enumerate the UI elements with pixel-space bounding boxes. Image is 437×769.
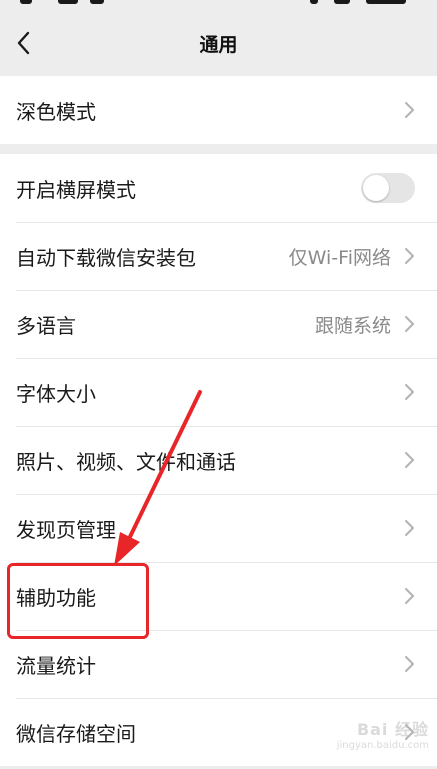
chevron-right-icon (405, 384, 414, 400)
chevron-right-icon (405, 316, 414, 332)
settings-item-label: 开启横屏模式 (16, 177, 136, 202)
settings-item-label: 自动下载微信安装包 (16, 245, 196, 270)
chevron-right-icon (405, 102, 414, 118)
settings-item-label: 微信存储空间 (16, 721, 136, 746)
page-title: 通用 (199, 34, 238, 56)
settings-item-accessibility[interactable]: 辅助功能 (0, 562, 437, 630)
status-wifi-icon (58, 0, 78, 4)
chevron-right-icon (405, 588, 414, 604)
status-battery-icon (334, 0, 350, 4)
settings-item-data-usage[interactable]: 流量统计 (0, 630, 437, 698)
settings-item-language[interactable]: 多语言 跟随系统 (0, 290, 437, 358)
settings-item-label: 字体大小 (16, 381, 96, 406)
landscape-mode-toggle[interactable] (361, 173, 415, 203)
settings-item-label: 照片、视频、文件和通话 (16, 449, 236, 474)
settings-item-dark-mode[interactable]: 深色模式 (0, 76, 437, 144)
settings-item-label: 辅助功能 (16, 585, 96, 610)
chevron-right-icon (405, 452, 414, 468)
status-time (366, 0, 406, 4)
settings-item-discover-management[interactable]: 发现页管理 (0, 494, 437, 562)
settings-item-label: 发现页管理 (16, 517, 116, 542)
chevron-right-icon (405, 724, 414, 740)
settings-group-display: 深色模式 (0, 76, 437, 144)
toggle-knob (363, 175, 389, 201)
settings-item-media[interactable]: 照片、视频、文件和通话 (0, 426, 437, 494)
settings-item-label: 多语言 (16, 313, 76, 338)
chevron-right-icon (405, 520, 414, 536)
nav-bar: 通用 (0, 10, 437, 76)
status-alarm-icon (310, 0, 318, 4)
settings-item-value: 仅Wi-Fi网络 (288, 246, 391, 269)
settings-item-auto-download[interactable]: 自动下载微信安装包 仅Wi-Fi网络 (0, 222, 437, 290)
settings-item-storage[interactable]: 微信存储空间 (0, 698, 437, 766)
chevron-right-icon (405, 248, 414, 264)
status-signal-icon (20, 0, 32, 4)
settings-group-general: 开启横屏模式 自动下载微信安装包 仅Wi-Fi网络 多语言 跟随系统 字体大小 … (0, 154, 437, 766)
settings-item-font-size[interactable]: 字体大小 (0, 358, 437, 426)
settings-item-landscape-mode[interactable]: 开启横屏模式 (0, 154, 437, 222)
settings-item-label: 深色模式 (16, 99, 96, 124)
settings-item-label: 流量统计 (16, 653, 96, 678)
status-indicator-icon (90, 0, 104, 4)
chevron-right-icon (405, 656, 414, 672)
settings-item-value: 跟随系统 (314, 314, 391, 337)
status-bar (0, 0, 437, 10)
